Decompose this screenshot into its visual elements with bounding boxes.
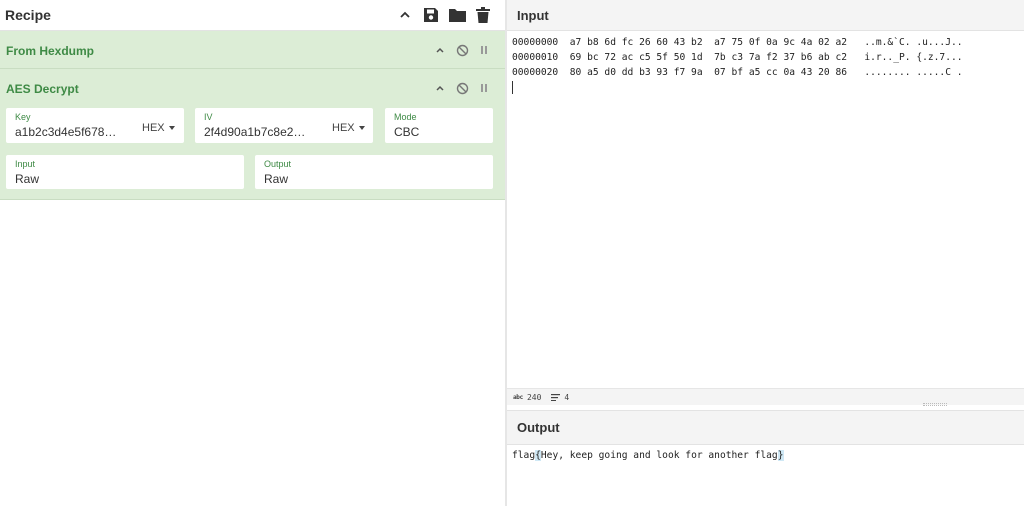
iv-format-dropdown[interactable]: HEX <box>332 122 365 134</box>
output-body: Hey, keep going and look for another fla… <box>540 450 778 461</box>
key-field[interactable]: Key a1b2c3d4e5f678… HEX <box>6 108 184 143</box>
operation-controls <box>432 80 492 96</box>
lines-stat: 4 <box>551 393 569 402</box>
output-header: Output <box>507 410 1024 445</box>
hex-line: 00000010 69 bc 72 ac c5 5f 50 1d 7b c3 7… <box>512 52 963 63</box>
output-format-select[interactable]: Output Raw <box>255 155 493 189</box>
caret-down-icon <box>358 126 365 130</box>
key-label: Key <box>15 112 31 122</box>
key-format-label: HEX <box>142 122 165 134</box>
operation-controls <box>432 42 492 58</box>
chevron-up-icon[interactable] <box>432 80 448 96</box>
hex-line: 00000000 a7 b8 6d fc 26 60 43 b2 a7 75 0… <box>512 37 963 48</box>
output-prefix: flag <box>512 450 536 461</box>
input-format-label: Input <box>15 159 36 169</box>
operation-from-hexdump[interactable]: From Hexdump <box>0 31 506 69</box>
output-textarea[interactable]: flag{Hey, keep going and look for anothe… <box>507 445 1024 506</box>
brace-close: } <box>777 450 784 461</box>
length-value: 240 <box>526 392 542 402</box>
lines-icon <box>551 393 561 401</box>
mode-select[interactable]: Mode CBC <box>385 108 493 143</box>
iv-label: IV <box>204 112 213 122</box>
chevron-up-icon[interactable] <box>392 2 418 28</box>
length-stat: abc 240 <box>513 393 541 402</box>
operation-title: AES Decrypt <box>6 82 79 96</box>
disable-icon[interactable] <box>454 42 470 58</box>
recipe-header: Recipe <box>0 0 506 31</box>
input-textarea[interactable]: 00000000 a7 b8 6d fc 26 60 43 b2 a7 75 0… <box>507 31 1024 388</box>
text-cursor <box>512 81 513 94</box>
io-pane: Input 00000000 a7 b8 6d fc 26 60 43 b2 a… <box>507 0 1024 506</box>
mode-value: CBC <box>394 125 420 139</box>
input-format-select[interactable]: Input Raw <box>6 155 244 189</box>
output-format-value: Raw <box>264 172 289 186</box>
folder-icon[interactable] <box>444 2 470 28</box>
recipe-pane: Recipe From Hexdump AES Decrypt Key a1b2… <box>0 0 506 506</box>
operation-aes-decrypt[interactable]: AES Decrypt Key a1b2c3d4e5f678… HEX IV 2… <box>0 69 506 200</box>
save-icon[interactable] <box>418 2 444 28</box>
resize-handle[interactable] <box>923 403 947 406</box>
key-format-dropdown[interactable]: HEX <box>142 122 175 134</box>
input-format-value: Raw <box>15 172 40 186</box>
length-icon: abc <box>513 393 523 401</box>
input-title: Input <box>517 7 549 23</box>
recipe-title: Recipe <box>5 7 51 23</box>
pause-icon[interactable] <box>476 80 492 96</box>
output-text: flag{Hey, keep going and look for anothe… <box>512 450 784 461</box>
disable-icon[interactable] <box>454 80 470 96</box>
mode-label: Mode <box>394 112 417 122</box>
input-header: Input <box>507 0 1024 31</box>
cyberchef-app: Recipe From Hexdump AES Decrypt Key a1b2… <box>0 0 1024 506</box>
lines-value: 4 <box>564 392 570 402</box>
recipe-toolbar <box>392 2 496 28</box>
iv-value[interactable]: 2f4d90a1b7c8e2… <box>204 125 316 139</box>
trash-icon[interactable] <box>470 2 496 28</box>
pause-icon[interactable] <box>476 42 492 58</box>
iv-format-label: HEX <box>332 122 355 134</box>
iv-field[interactable]: IV 2f4d90a1b7c8e2… HEX <box>195 108 373 143</box>
chevron-up-icon[interactable] <box>432 42 448 58</box>
hex-line: 00000020 80 a5 d0 dd b3 93 f7 9a 07 bf a… <box>512 67 963 78</box>
operation-title: From Hexdump <box>6 44 95 58</box>
output-format-label: Output <box>264 159 292 169</box>
key-value[interactable]: a1b2c3d4e5f678… <box>15 125 127 139</box>
output-title: Output <box>517 420 560 435</box>
caret-down-icon <box>168 126 175 130</box>
